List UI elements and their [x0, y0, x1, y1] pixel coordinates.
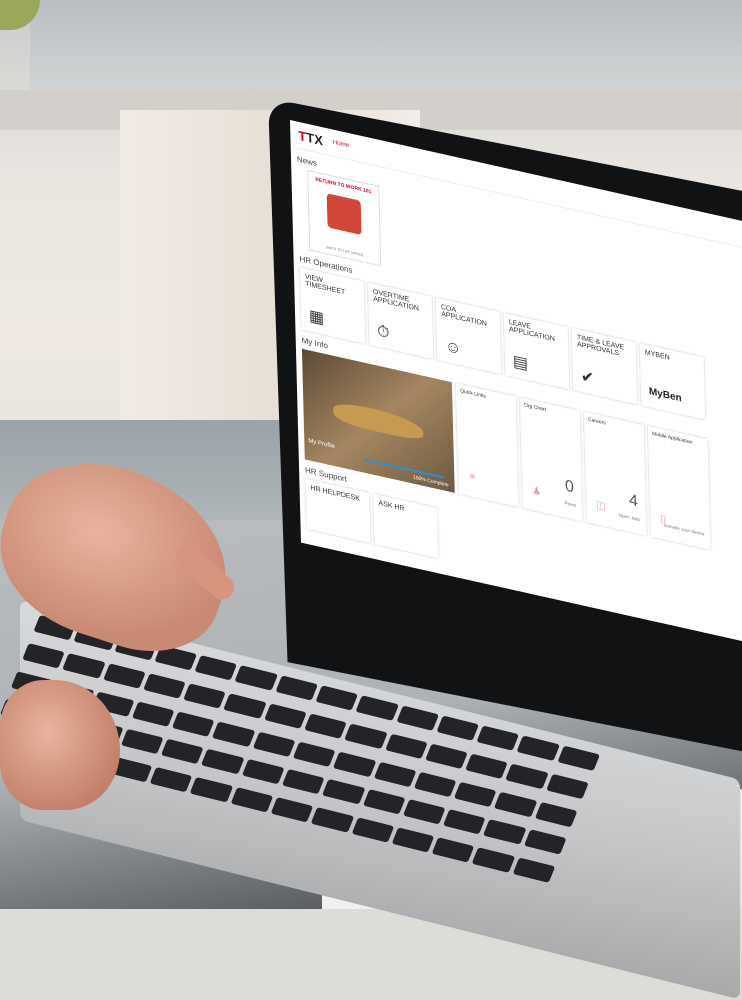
tile-coa-application[interactable]: COA APPLICATION ☺ — [435, 297, 502, 375]
mobile-application-card[interactable]: Mobile Application ▯ Activate your devic… — [647, 425, 711, 550]
keyboard-key — [270, 797, 314, 823]
profile-progress-fill — [364, 458, 445, 479]
tile-leave-application[interactable]: LEAVE APPLICATION ▤ — [503, 312, 570, 390]
profile-progress-bar — [364, 458, 445, 479]
approval-icon: ✔ — [580, 367, 595, 389]
mobile-application-title: Mobile Application — [651, 430, 693, 446]
keyboard-key — [212, 721, 256, 747]
keyboard-key — [523, 829, 567, 855]
org-chart-count: 0 — [564, 477, 575, 497]
keyboard-key — [483, 819, 527, 845]
keyboard-key — [190, 777, 233, 803]
keyboard-key — [62, 653, 106, 679]
keyboard-key — [120, 729, 164, 755]
keyboard-key — [322, 779, 365, 805]
keyboard-key — [425, 743, 468, 769]
keyboard-key — [431, 837, 475, 863]
tile-label: TIME & LEAVE APPROVALS — [576, 334, 625, 358]
tile-label: LEAVE APPLICATION — [508, 318, 555, 344]
tile-hr-helpdesk[interactable]: HR HELPDESK — [305, 478, 371, 544]
tile-label: ASK HR — [378, 499, 405, 513]
keyboard-key — [102, 663, 146, 689]
keyboard-key — [252, 731, 296, 757]
tile-label: MYBEN — [644, 349, 670, 362]
user-badge-icon: ☺ — [444, 337, 462, 359]
calendar-icon: ▦ — [308, 307, 325, 328]
nav-home-link[interactable]: Home — [333, 140, 349, 150]
keyboard-key — [384, 733, 428, 759]
keyboard-key — [281, 769, 325, 795]
cheetah-photo — [333, 399, 424, 442]
quick-links-title: Quick Links — [459, 388, 486, 400]
tile-myben[interactable]: MYBEN MyBen — [639, 343, 706, 420]
org-chart-card[interactable]: Org Chart ♟ 0 Peers — [519, 397, 583, 522]
tile-time-leave-approvals[interactable]: TIME & LEAVE APPROVALS ✔ — [571, 327, 638, 405]
keyboard-key — [131, 701, 175, 727]
keyboard-key — [22, 643, 66, 669]
keyboard-key — [505, 763, 549, 789]
keyboard-key — [373, 761, 417, 787]
keyboard-key — [263, 703, 307, 729]
keyboard-key — [402, 799, 446, 825]
link-icon: ⚭ — [468, 470, 477, 484]
keyboard-key — [465, 753, 509, 779]
tile-overtime-application[interactable]: OVERTIME APPLICATION ⏱ — [367, 282, 434, 360]
company-logo[interactable]: TTX — [298, 127, 323, 148]
careers-card[interactable]: Careers ◫ 4 Open Jobs — [583, 411, 647, 536]
careers-sub: Open Jobs — [618, 512, 641, 523]
org-chart-sub: Peers — [564, 500, 577, 509]
tile-label: HR HELPDESK — [310, 484, 360, 503]
keyboard-key — [545, 773, 589, 799]
keyboard-key — [494, 791, 538, 817]
quick-links-card[interactable]: Quick Links ⚭ — [455, 383, 519, 508]
keyboard-key — [293, 741, 336, 767]
keyboard-key — [512, 857, 556, 883]
tile-ask-hr[interactable]: ASK HR — [373, 493, 439, 559]
keyboard-key — [391, 827, 435, 853]
keyboard-key — [201, 749, 245, 775]
news-illustration — [326, 193, 362, 236]
keyboard-key — [310, 807, 354, 833]
keyboard-key — [241, 759, 285, 785]
tile-label: COA APPLICATION — [440, 303, 488, 329]
keyboard-key — [344, 723, 388, 749]
keyboard-key — [472, 847, 515, 873]
keyboard-key — [160, 739, 204, 765]
tile-label: OVERTIME APPLICATION — [372, 288, 420, 314]
profile-label: My Profile — [308, 438, 336, 451]
stopwatch-icon: ⏱ — [376, 322, 390, 343]
keyboard-key — [333, 751, 377, 777]
keyboard-key — [304, 713, 348, 739]
tile-view-timesheet[interactable]: VIEW TIMESHEET ▦ — [299, 267, 366, 344]
briefcase-icon: ◫ — [596, 499, 606, 513]
org-chart-icon: ♟ — [532, 485, 542, 499]
keyboard-key — [172, 711, 216, 737]
keyboard-key — [223, 693, 267, 719]
keyboard-key — [149, 767, 193, 793]
keyboard-key — [454, 781, 498, 807]
keyboard-key — [351, 817, 395, 843]
tile-label: VIEW TIMESHEET — [304, 273, 346, 297]
keyboard-key — [230, 787, 274, 813]
keyboard-key — [442, 809, 486, 835]
calendar-grid-icon: ▤ — [512, 352, 529, 374]
keyboard-key — [362, 789, 406, 815]
news-card[interactable]: RETURN TO WORK 101 BACK TO THE OFFICE — [307, 169, 382, 267]
careers-title: Careers — [587, 416, 606, 427]
keyboard-key — [413, 771, 457, 797]
keyboard-key — [534, 801, 578, 827]
keyboard-key — [183, 683, 227, 709]
myben-logo: MyBen — [648, 386, 682, 405]
keyboard-key — [143, 673, 186, 699]
mobile-application-sub: Activate your device — [663, 522, 705, 537]
careers-count: 4 — [628, 491, 639, 511]
org-chart-title: Org Chart — [523, 402, 547, 414]
